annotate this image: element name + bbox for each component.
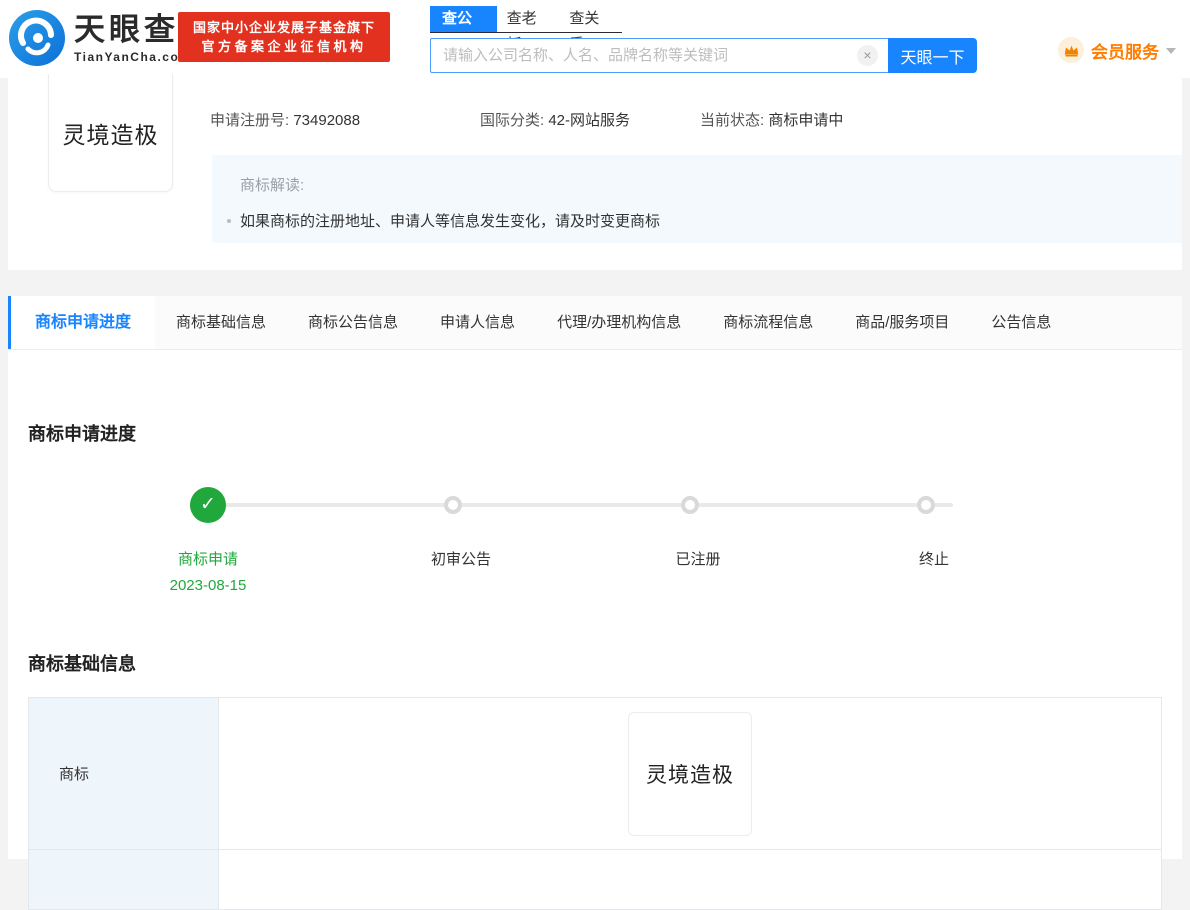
member-services[interactable]: 会员服务 xyxy=(1058,37,1176,63)
trademark-summary-card: 灵境造极 申请注册号: 73492088 国际分类: 42-网站服务 当前状态:… xyxy=(8,74,1182,270)
tianyancha-logo-icon xyxy=(9,10,65,66)
brand-domain: TianYanCha.com xyxy=(74,49,192,64)
tab-process-info[interactable]: 商标流程信息 xyxy=(702,296,834,349)
current-status-field: 当前状态: 商标申请中 xyxy=(700,109,843,130)
trademark-interpretation-box: 商标解读: 如果商标的注册地址、申请人等信息发生变化，请及时变更商标 xyxy=(212,155,1182,243)
tab-applicant-info[interactable]: 申请人信息 xyxy=(419,296,536,349)
basic-info-table: 商标 灵境造极 xyxy=(28,697,1162,910)
search-button[interactable]: 天眼一下 xyxy=(888,38,977,73)
registration-number-value: 73492088 xyxy=(293,112,361,129)
registration-number-label: 申请注册号: xyxy=(210,112,290,129)
badge-line2: 官方备案企业征信机构 xyxy=(201,39,367,54)
step-pending-marker xyxy=(681,496,699,514)
step-label-preliminary: 初审公告 xyxy=(430,551,491,568)
search-tab-relation[interactable]: 查关系 xyxy=(559,6,622,53)
tab-basic-info[interactable]: 商标基础信息 xyxy=(155,296,287,349)
current-status-value: 商标申请中 xyxy=(768,112,844,129)
search-tab-boss[interactable]: 查老板 xyxy=(497,6,560,53)
step-label-registered: 已注册 xyxy=(675,551,721,568)
certification-badge: 国家中小企业发展子基金旗下 官方备案企业征信机构 xyxy=(178,12,390,62)
tab-announcement-info[interactable]: 公告信息 xyxy=(970,296,1072,349)
step-pending-marker xyxy=(444,496,462,514)
registration-number-field: 申请注册号: 73492088 xyxy=(210,109,360,130)
tab-gazette-info[interactable]: 商标公告信息 xyxy=(287,296,419,349)
interpretation-text: 如果商标的注册地址、申请人等信息发生变化，请及时变更商标 xyxy=(240,213,661,230)
bullet-dot xyxy=(227,218,231,223)
intl-class-value: 42-网站服务 xyxy=(548,112,631,129)
basic-info-section-title: 商标基础信息 xyxy=(28,654,136,674)
table-row-label: 商标 xyxy=(29,698,219,849)
trademark-image-cell: 灵境造极 xyxy=(628,711,752,836)
step-label-application: 商标申请 xyxy=(177,551,238,568)
interpretation-item: 如果商标的注册地址、申请人等信息发生变化，请及时变更商标 xyxy=(227,210,1182,231)
table-row xyxy=(29,850,1161,910)
trademark-image-text: 灵境造极 xyxy=(62,122,159,148)
step-date-application: 2023-08-15 xyxy=(169,577,247,594)
tianyancha-logo[interactable]: 天眼查 TianYanCha.com xyxy=(8,9,191,67)
search-tabs: 查公司 查老板 查关系 xyxy=(430,6,622,53)
crown-icon xyxy=(1058,37,1084,63)
badge-line1: 国家中小企业发展子基金旗下 xyxy=(192,20,375,35)
search-area: 查公司 查老板 查关系 × 天眼一下 xyxy=(430,6,977,73)
tab-application-progress[interactable]: 商标申请进度 xyxy=(8,296,156,349)
clear-search-icon[interactable]: × xyxy=(857,45,878,66)
trademark-image: 灵境造极 xyxy=(48,74,173,192)
interpretation-title: 商标解读: xyxy=(240,177,305,194)
top-header: 天眼查 TianYanCha.com 国家中小企业发展子基金旗下 官方备案企业征… xyxy=(0,0,1190,78)
application-progress-timeline: ✓ 商标申请 2023-08-15 初审公告 已注册 终止 xyxy=(8,456,1182,616)
member-services-label: 会员服务 xyxy=(1091,42,1159,62)
tab-goods-services[interactable]: 商品/服务项目 xyxy=(834,296,970,349)
trademark-detail-card: 商标申请进度 商标基础信息 商标公告信息 申请人信息 代理/办理机构信息 商标流… xyxy=(8,296,1182,910)
chevron-down-icon xyxy=(1166,48,1176,54)
table-row: 商标 灵境造极 xyxy=(29,698,1161,850)
step-label-terminated: 终止 xyxy=(918,551,949,568)
tab-agency-info[interactable]: 代理/办理机构信息 xyxy=(536,296,702,349)
step-done-check-icon: ✓ xyxy=(190,487,226,523)
search-input[interactable] xyxy=(430,38,888,73)
trademark-image-cell-text: 灵境造极 xyxy=(646,762,734,787)
progress-section-title: 商标申请进度 xyxy=(28,424,136,444)
timeline-line xyxy=(208,503,953,507)
table-row-value: 灵境造极 xyxy=(219,698,1161,849)
current-status-label: 当前状态: xyxy=(700,112,765,129)
intl-class-label: 国际分类: xyxy=(480,112,545,129)
detail-tabbar: 商标申请进度 商标基础信息 商标公告信息 申请人信息 代理/办理机构信息 商标流… xyxy=(8,296,1182,350)
step-pending-marker xyxy=(917,496,935,514)
intl-class-field: 国际分类: 42-网站服务 xyxy=(480,109,630,130)
search-tab-company[interactable]: 查公司 xyxy=(430,6,497,53)
brand-name: 天眼查 xyxy=(74,11,179,47)
